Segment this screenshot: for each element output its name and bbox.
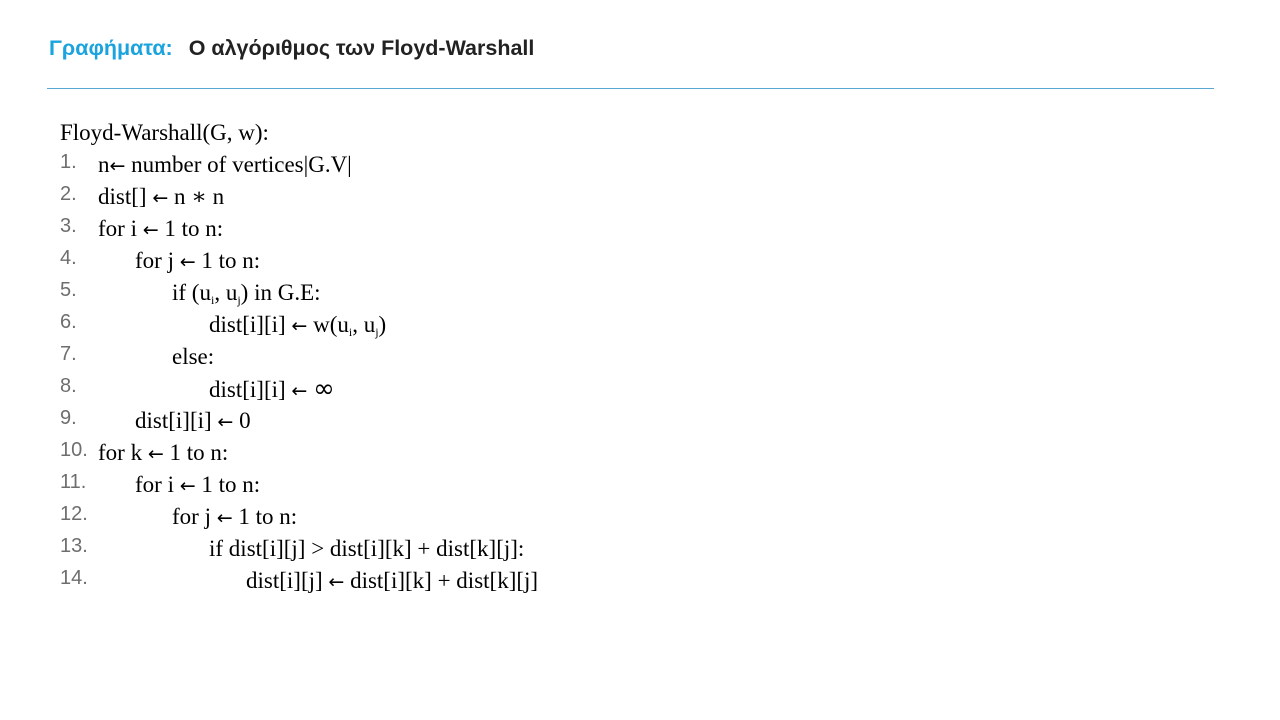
code-line: 2. dist[] ← n ∗ n xyxy=(60,181,1220,213)
line-number: 2. xyxy=(60,183,77,205)
code-text: if dist[i][j] > dist[i][k] + dist[k][j]: xyxy=(209,536,525,561)
header-topic: Γραφήματα: xyxy=(49,36,173,60)
code-text: 1 to n: xyxy=(232,504,298,529)
line-code: for i ← 1 to n: xyxy=(135,469,260,502)
code-text: for i xyxy=(98,216,143,241)
left-arrow-icon: ← xyxy=(179,251,196,273)
line-number: 13. xyxy=(60,535,88,557)
left-arrow-icon: ← xyxy=(142,219,159,241)
algorithm-lines: 1. n← number of vertices|G.V| 2. dist[] ← n… xyxy=(60,149,1220,597)
line-code: for i ← 1 to n: xyxy=(98,213,223,246)
left-arrow-icon: ← xyxy=(179,475,196,497)
code-text: else: xyxy=(172,344,215,369)
algorithm-signature: Floyd-Warshall(G, w): xyxy=(60,120,269,145)
line-number: 10. xyxy=(60,439,88,461)
left-arrow-icon: ← xyxy=(152,187,169,209)
line-code: else: xyxy=(172,341,214,373)
left-arrow-icon: ← xyxy=(216,507,233,529)
line-number: 8. xyxy=(60,375,77,397)
code-text: n xyxy=(98,152,110,177)
code-text: , u xyxy=(352,312,376,337)
code-line: 13. if dist[i][j] > dist[i][k] + dist[k][… xyxy=(60,533,1220,565)
code-text: for i xyxy=(135,472,180,497)
line-number: 4. xyxy=(60,247,77,269)
code-text: ) in G.E: xyxy=(240,280,321,305)
line-number: 6. xyxy=(60,311,77,333)
code-line: 6. dist[i][i] ← w(ui, uj) xyxy=(60,309,1220,341)
line-code: for k ← 1 to n: xyxy=(98,437,228,470)
code-line: 5. if (ui, uj) in G.E: xyxy=(60,277,1220,309)
line-code: dist[i][i] ← 0 xyxy=(135,405,251,438)
code-line: 8. dist[i][i] ← ∞ xyxy=(60,373,1220,405)
code-text: , u xyxy=(214,280,238,305)
header-divider xyxy=(47,88,1214,89)
left-arrow-icon: ← xyxy=(109,155,126,177)
code-text: n ∗ n xyxy=(168,184,225,209)
code-text: for k xyxy=(98,440,148,465)
line-code: for j ← 1 to n: xyxy=(135,245,260,278)
line-code: dist[i][j] ← dist[i][k] + dist[k][j] xyxy=(246,565,538,598)
code-line: 10. for k ← 1 to n: xyxy=(60,437,1220,469)
line-code: dist[i][i] ← ∞ xyxy=(209,373,335,407)
code-line: 7. else: xyxy=(60,341,1220,373)
code-text: 1 to n: xyxy=(163,440,229,465)
code-text: for j xyxy=(135,248,180,273)
code-line: 11. for i ← 1 to n: xyxy=(60,469,1220,501)
infinity-symbol: ∞ xyxy=(313,374,335,404)
line-number: 12. xyxy=(60,503,88,525)
code-line: 4. for j ← 1 to n: xyxy=(60,245,1220,277)
line-code: if dist[i][j] > dist[i][k] + dist[k][j]: xyxy=(209,533,524,565)
code-text: dist[i][i] xyxy=(209,377,292,402)
line-code: dist[] ← n ∗ n xyxy=(98,181,224,214)
line-number: 5. xyxy=(60,279,77,301)
code-text: dist[] xyxy=(98,184,153,209)
line-number: 1. xyxy=(60,151,77,173)
line-number: 7. xyxy=(60,343,77,365)
left-arrow-icon: ← xyxy=(147,443,164,465)
code-text: ) xyxy=(378,312,387,337)
line-number: 3. xyxy=(60,215,77,237)
line-number: 14. xyxy=(60,567,88,589)
left-arrow-icon: ← xyxy=(291,380,308,402)
algorithm-block: Floyd-Warshall(G, w): 1. n← number of ver… xyxy=(60,117,1220,597)
code-text: dist[i][i] xyxy=(209,312,292,337)
line-number: 9. xyxy=(60,407,77,429)
code-line: 1. n← number of vertices|G.V| xyxy=(60,149,1220,181)
code-text: 1 to n: xyxy=(158,216,224,241)
code-text: 0 xyxy=(233,408,251,433)
code-line: 12. for j ← 1 to n: xyxy=(60,501,1220,533)
code-text: for j xyxy=(172,504,217,529)
code-text: dist[i][k] + dist[k][j] xyxy=(344,568,539,593)
code-text: number of vertices|G.V| xyxy=(125,152,352,177)
code-line: 14. dist[i][j] ← dist[i][k] + dist[k][j] xyxy=(60,565,1220,597)
line-number: 11. xyxy=(60,471,87,493)
left-arrow-icon: ← xyxy=(217,411,234,433)
code-text: 1 to n: xyxy=(195,248,261,273)
code-line: 3. for i ← 1 to n: xyxy=(60,213,1220,245)
code-text: dist[i][j] xyxy=(246,568,329,593)
code-text: dist[i][i] xyxy=(135,408,218,433)
code-text: 1 to n: xyxy=(195,472,261,497)
code-text: w(u xyxy=(307,312,349,337)
slide-header: Γραφήματα: Ο αλγόριθμος των Floyd-Warsha… xyxy=(49,36,534,61)
line-code: for j ← 1 to n: xyxy=(172,501,297,534)
code-text: if (u xyxy=(172,280,211,305)
left-arrow-icon: ← xyxy=(328,571,345,593)
code-line: 9. dist[i][i] ← 0 xyxy=(60,405,1220,437)
header-title: Ο αλγόριθμος των Floyd-Warshall xyxy=(188,36,535,60)
line-code: n← number of vertices|G.V| xyxy=(98,149,352,182)
left-arrow-icon: ← xyxy=(291,315,308,337)
